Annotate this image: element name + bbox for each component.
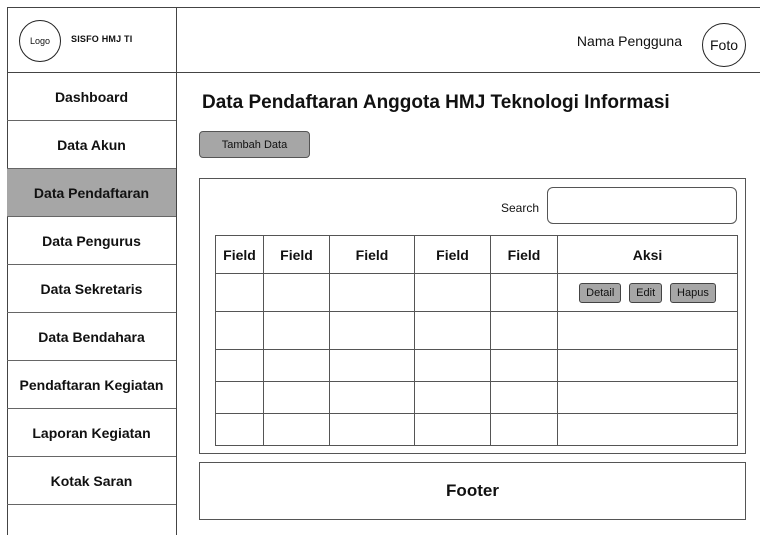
table-cell — [490, 349, 558, 382]
detail-button[interactable]: Detail — [579, 282, 622, 303]
brand-area: Logo SISFO HMJ TI — [7, 7, 177, 73]
actions-cell: Detail Edit Hapus — [557, 273, 738, 312]
table-cell — [215, 349, 264, 382]
table-row — [215, 381, 738, 414]
table-cell — [490, 413, 558, 446]
table-cell — [414, 311, 491, 350]
sidebar-item-kotak-saran[interactable]: Kotak Saran — [7, 457, 176, 505]
table-cell — [215, 273, 264, 312]
data-table: Field Field Field Field Field Aksi Detai… — [215, 235, 738, 446]
table-cell — [557, 349, 738, 382]
page-title: Data Pendaftaran Anggota HMJ Teknologi I… — [202, 92, 670, 113]
app-name: SISFO HMJ TI — [71, 34, 133, 44]
table-cell — [414, 273, 491, 312]
table-cell — [215, 311, 264, 350]
table-cell — [329, 381, 415, 414]
sidebar: Dashboard Data Akun Data Pendaftaran Dat… — [7, 73, 177, 535]
table-cell — [557, 311, 738, 350]
table-row: Detail Edit Hapus — [215, 273, 738, 312]
table-cell — [557, 381, 738, 414]
table-row — [215, 413, 738, 446]
table-cell — [329, 413, 415, 446]
table-cell — [490, 273, 558, 312]
sidebar-item-data-pengurus[interactable]: Data Pengurus — [7, 217, 176, 265]
sidebar-item-data-pendaftaran[interactable]: Data Pendaftaran — [7, 169, 176, 217]
table-cell — [490, 311, 558, 350]
table-cell — [414, 381, 491, 414]
top-header: Nama Pengguna Foto — [177, 7, 760, 73]
table-cell — [557, 413, 738, 446]
column-header: Field — [490, 235, 558, 274]
table-cell — [263, 349, 330, 382]
table-cell — [329, 273, 415, 312]
delete-button[interactable]: Hapus — [670, 282, 716, 303]
table-cell — [215, 381, 264, 414]
table-cell — [414, 349, 491, 382]
sidebar-item-pendaftaran-kegiatan[interactable]: Pendaftaran Kegiatan — [7, 361, 176, 409]
table-cell — [215, 413, 264, 446]
column-header: Field — [329, 235, 415, 274]
table-cell — [263, 381, 330, 414]
column-header: Field — [215, 235, 264, 274]
table-cell — [329, 349, 415, 382]
column-header-aksi: Aksi — [557, 235, 738, 274]
sidebar-item-laporan-kegiatan[interactable]: Laporan Kegiatan — [7, 409, 176, 457]
table-cell — [263, 413, 330, 446]
search-label: Search — [501, 201, 540, 215]
table-cell — [263, 311, 330, 350]
logo: Logo — [19, 20, 61, 62]
sidebar-item-dashboard[interactable]: Dashboard — [7, 73, 176, 121]
search-input[interactable] — [547, 187, 737, 224]
footer: Footer — [199, 462, 746, 520]
table-row — [215, 311, 738, 350]
table-cell — [329, 311, 415, 350]
sidebar-item-data-sekretaris[interactable]: Data Sekretaris — [7, 265, 176, 313]
table-row — [215, 349, 738, 382]
column-header: Field — [414, 235, 491, 274]
edit-button[interactable]: Edit — [629, 282, 663, 303]
avatar[interactable]: Foto — [702, 23, 746, 67]
table-cell — [414, 413, 491, 446]
table-cell — [263, 273, 330, 312]
table-header-row: Field Field Field Field Field Aksi — [215, 235, 738, 274]
table-cell — [490, 381, 558, 414]
column-header: Field — [263, 235, 330, 274]
user-name[interactable]: Nama Pengguna — [577, 33, 682, 49]
sidebar-item-data-akun[interactable]: Data Akun — [7, 121, 176, 169]
add-data-button[interactable]: Tambah Data — [199, 131, 310, 158]
table-panel: Search Field Field Field Field Field Aks… — [199, 178, 746, 454]
sidebar-item-data-bendahara[interactable]: Data Bendahara — [7, 313, 176, 361]
